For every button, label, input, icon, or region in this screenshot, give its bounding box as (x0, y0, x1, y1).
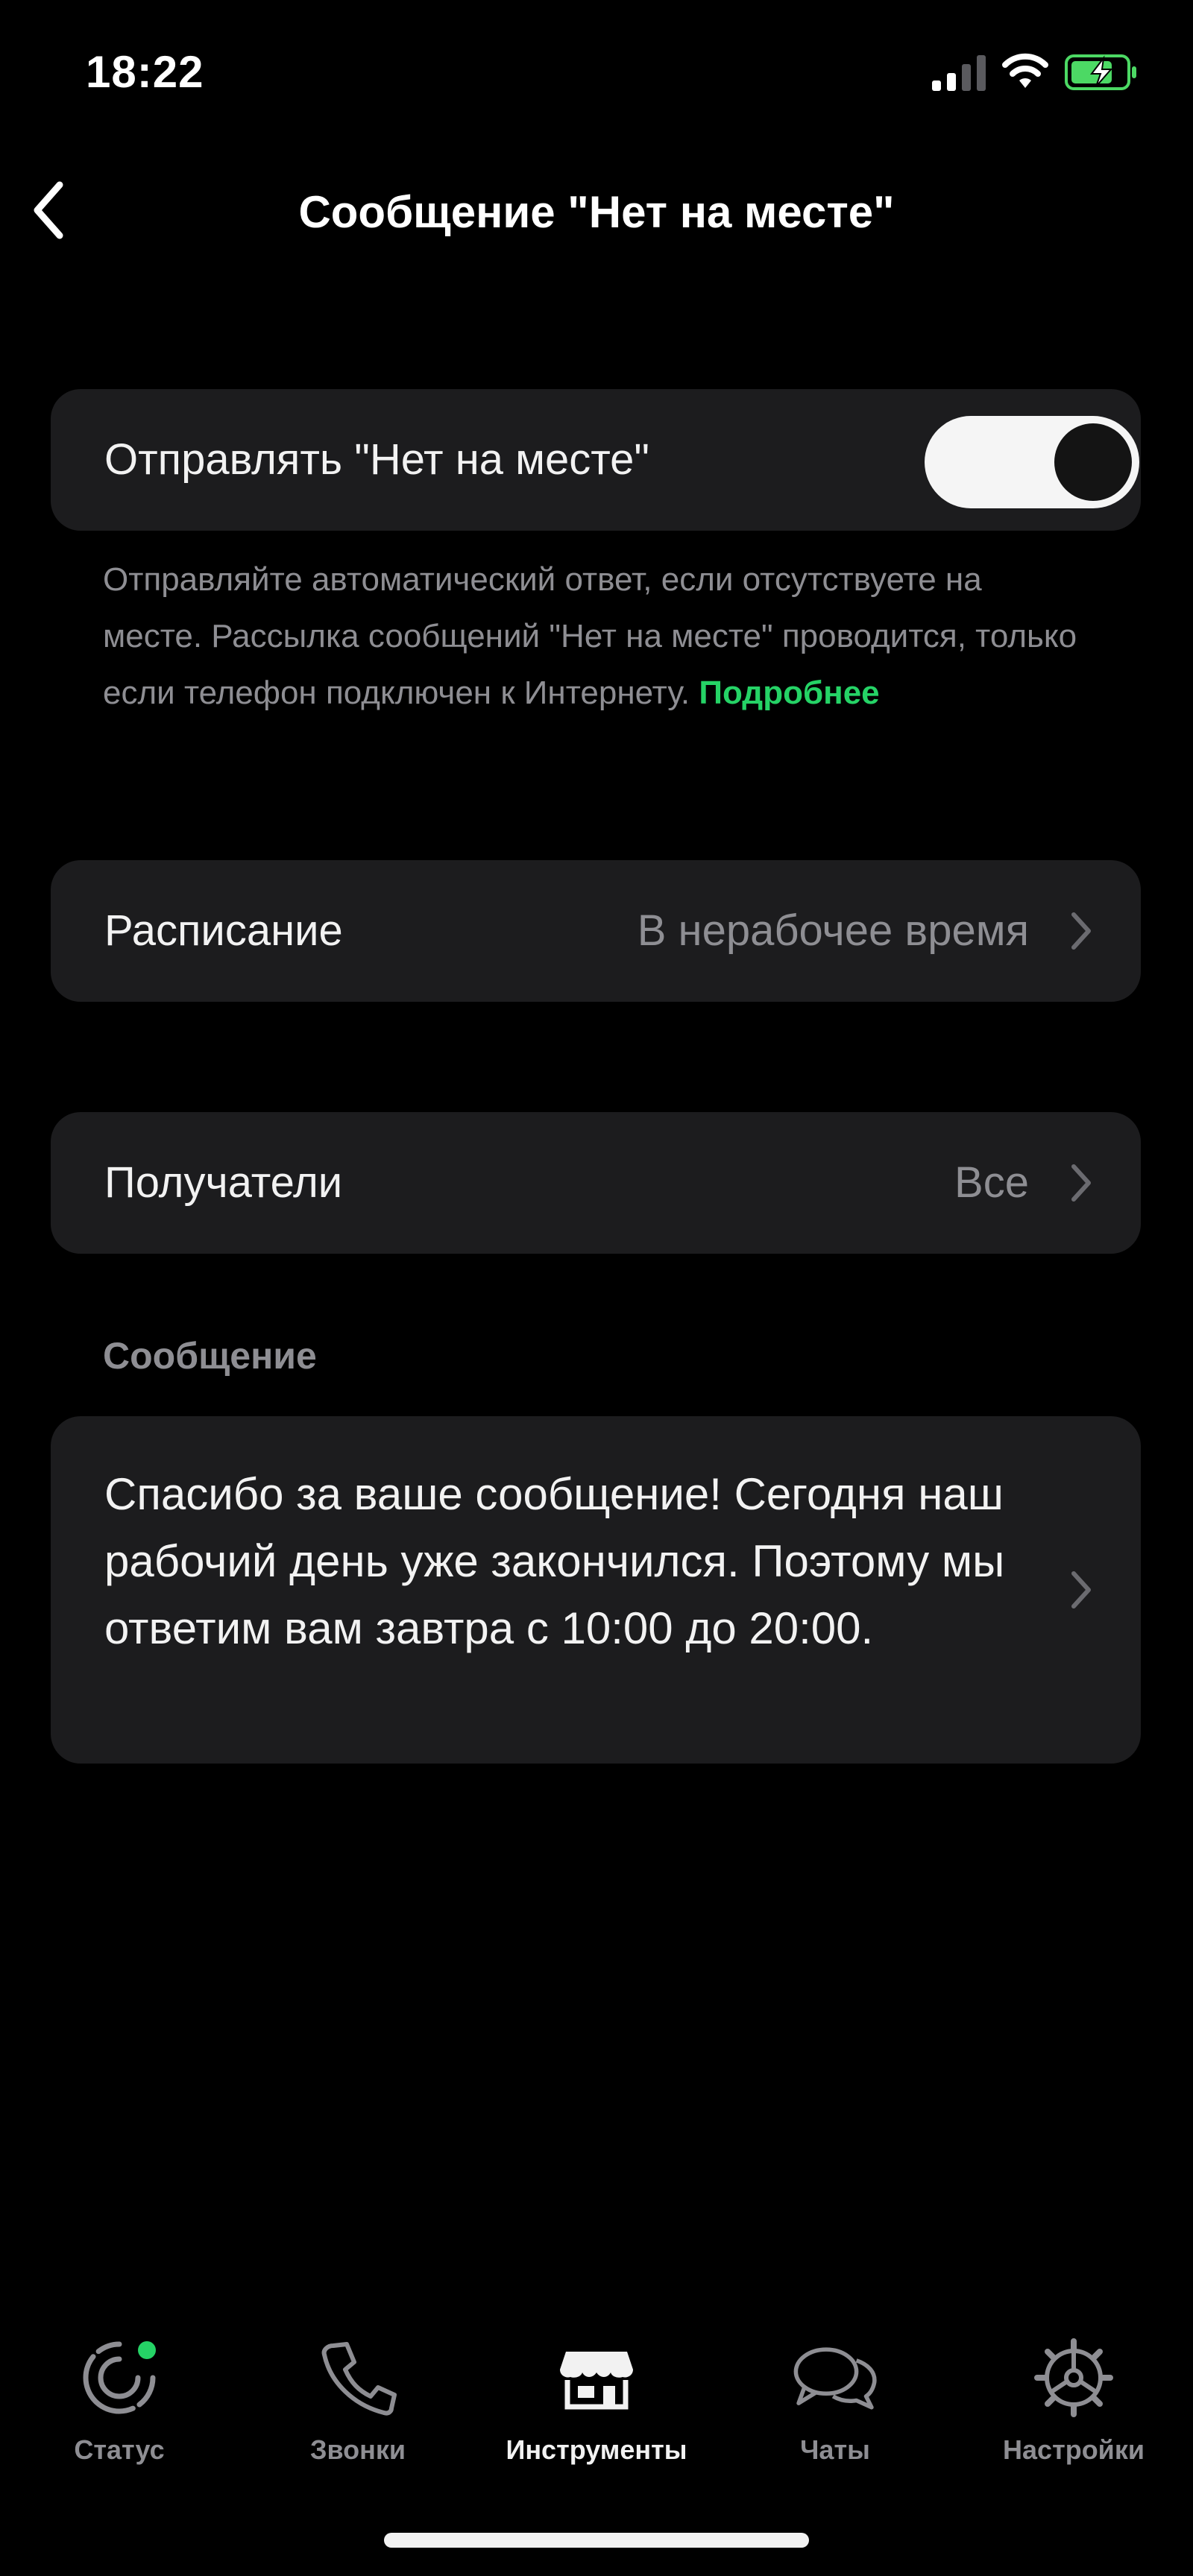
gear-icon (1034, 2338, 1113, 2417)
message-row[interactable]: Спасибо за ваше сообщение! Сегодня наш р… (51, 1416, 1141, 1764)
toggle-knob (1054, 423, 1132, 501)
tab-chats[interactable]: Чаты (716, 2311, 954, 2504)
cellular-signal-icon (932, 55, 986, 91)
schedule-label: Расписание (104, 906, 343, 955)
chevron-left-icon (34, 181, 63, 239)
wifi-icon (1002, 53, 1048, 88)
away-message-toggle[interactable] (925, 416, 1139, 508)
chevron-right-icon (1071, 1571, 1091, 1609)
away-message-toggle-label: Отправлять "Нет на месте" (104, 435, 650, 484)
storefront-icon (560, 2352, 633, 2410)
tab-bar: Статус Звонки Инструменты Чаты Настройки (0, 2311, 1193, 2504)
away-message-screen: 18:22 Сообщение "Нет на месте" Отправлят… (0, 0, 1193, 2576)
away-message-text: Спасибо за ваше сообщение! Сегодня наш р… (104, 1469, 1005, 1653)
recipients-row[interactable]: Получатели Все (51, 1112, 1141, 1254)
tab-calls[interactable]: Звонки (239, 2311, 477, 2504)
tab-settings-label: Настройки (1003, 2434, 1145, 2465)
back-button[interactable] (22, 173, 75, 247)
schedule-value: В нерабочее время (637, 906, 1029, 955)
away-message-toggle-row: Отправлять "Нет на месте" (51, 389, 1141, 531)
tab-calls-label: Звонки (309, 2434, 406, 2465)
battery-charging-icon (1065, 54, 1136, 90)
phone-icon (321, 2342, 397, 2416)
status-bar: 18:22 (0, 0, 1193, 149)
page-title: Сообщение "Нет на месте" (298, 187, 895, 237)
status-icon (83, 2341, 156, 2414)
tab-settings[interactable]: Настройки (954, 2311, 1193, 2504)
tab-tools-label: Инструменты (506, 2434, 687, 2465)
learn-more-link[interactable]: Подробнее (699, 675, 879, 711)
schedule-row[interactable]: Расписание В нерабочее время (51, 860, 1141, 1002)
status-time: 18:22 (86, 47, 204, 97)
chat-bubbles-icon (793, 2347, 877, 2410)
message-section-header: Сообщение (103, 1335, 317, 1377)
away-message-hint: Отправляйте автоматический ответ, если о… (103, 552, 1087, 722)
chevron-right-icon (1071, 912, 1091, 950)
tab-chats-label: Чаты (800, 2434, 870, 2465)
hint-text: Отправляйте автоматический ответ, если о… (103, 561, 1077, 711)
tab-status-label: Статус (74, 2434, 165, 2465)
recipients-label: Получатели (104, 1158, 343, 1207)
recipients-value: Все (954, 1158, 1029, 1207)
tab-status[interactable]: Статус (0, 2311, 239, 2504)
home-indicator[interactable] (384, 2533, 809, 2548)
tab-tools[interactable]: Инструменты (477, 2311, 716, 2504)
chevron-right-icon (1071, 1164, 1091, 1202)
